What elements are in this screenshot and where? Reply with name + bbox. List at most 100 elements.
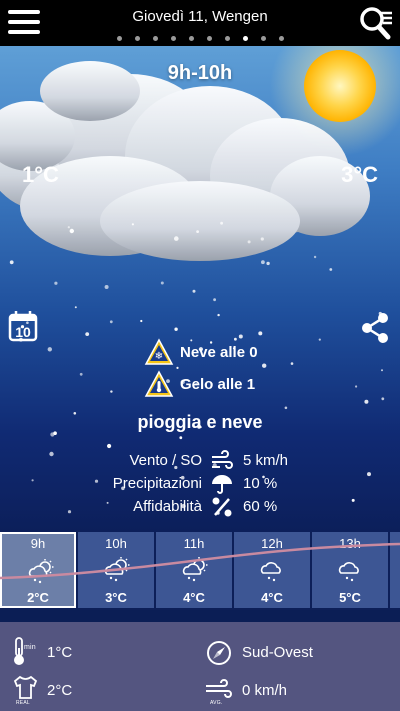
frost-warning-icon xyxy=(144,370,174,397)
snowflake xyxy=(174,236,179,241)
avg-label: AVG. xyxy=(210,700,223,706)
snowflake xyxy=(260,237,264,241)
hour-card-10h[interactable]: 10h 3°C xyxy=(78,532,154,608)
svg-text:10: 10 xyxy=(15,324,31,340)
stat-wind: Vento / SO 5 km/h xyxy=(0,450,400,472)
page-dot[interactable] xyxy=(170,36,176,41)
snowflake xyxy=(213,298,217,302)
stat-label: Affidabilità xyxy=(133,498,202,515)
hour-temp: 5°C xyxy=(339,590,361,605)
snowflake xyxy=(313,255,317,259)
top-bar: Giovedì 11, Wengen xyxy=(0,0,400,46)
temp-max: 3°C xyxy=(341,162,378,187)
wind-icon xyxy=(212,450,233,469)
hour-temp: 3°C xyxy=(105,590,127,605)
hour-label: 13h xyxy=(339,536,361,551)
alert-frost: Gelo alle 1 xyxy=(144,370,255,398)
snowflake xyxy=(196,230,200,234)
stat-value: 10 % xyxy=(243,475,278,492)
cloud-snow-icon xyxy=(260,562,281,582)
snowflake xyxy=(104,285,109,289)
stat-precipitation: Precipitazioni 10 % xyxy=(0,473,400,495)
snowflake xyxy=(47,347,52,352)
hour-card-11h[interactable]: 11h 4°C xyxy=(156,532,232,608)
hour-label: 12h xyxy=(261,536,283,551)
hour-temp: 4°C xyxy=(261,590,283,605)
page-dot[interactable] xyxy=(116,36,122,41)
snowflake xyxy=(220,221,224,225)
snowflake xyxy=(85,332,90,336)
page-dot[interactable] xyxy=(278,36,284,41)
page-dot[interactable] xyxy=(134,36,140,41)
snowflake xyxy=(290,362,294,365)
cloud-snow-sun-icon xyxy=(28,559,54,584)
hour-card-12h[interactable]: 12h 4°C xyxy=(234,532,310,608)
hour-card-9h[interactable]: 9h 2°C xyxy=(0,532,76,608)
snowflake xyxy=(69,228,75,234)
snowflake xyxy=(381,397,385,401)
stat-value: 5 km/h xyxy=(243,452,289,469)
snowflake xyxy=(364,399,369,404)
snowflake xyxy=(107,443,112,449)
stat-value: 60 % xyxy=(243,498,278,515)
weather-condition: pioggia e neve xyxy=(137,412,263,432)
time-range: 9h-10h xyxy=(167,62,233,84)
hour-label: 9h xyxy=(30,536,46,551)
page-dot[interactable] xyxy=(152,36,158,41)
hour-temp: 2°C xyxy=(27,590,49,605)
snowflake xyxy=(329,268,333,271)
weather-hero: 9h-10h 1°C 3°C 10 ❄ Neve alle 0 Gelo all… xyxy=(0,46,400,532)
alert-snow: ❄ Neve alle 0 xyxy=(144,338,258,366)
snowflake xyxy=(140,319,143,323)
hour-label: 10h xyxy=(105,536,127,551)
page-dot[interactable] xyxy=(206,36,212,41)
stat-label: Precipitazioni xyxy=(112,475,202,492)
snowflake xyxy=(247,240,251,244)
temp-min: 1°C xyxy=(22,162,59,187)
details-panel: min 1°C REAL 2°C Sud-Ovest AVG. 0 km/h xyxy=(0,622,400,711)
share-icon[interactable] xyxy=(360,312,390,344)
snowflake xyxy=(67,226,70,229)
snow-warning-icon: ❄ xyxy=(144,338,174,365)
snowflake xyxy=(176,366,179,369)
snowflake xyxy=(262,363,267,368)
real-label: REAL xyxy=(16,700,30,706)
snowflake xyxy=(192,289,196,293)
alert-frost-text: Gelo alle 1 xyxy=(180,375,256,393)
snowflake xyxy=(284,406,288,410)
svg-text:❄: ❄ xyxy=(155,351,163,362)
stat-reliability: Affidabilità 60 % xyxy=(0,496,400,518)
snowflake xyxy=(381,369,383,372)
snowflake xyxy=(160,281,164,285)
snowflake xyxy=(258,331,263,336)
cloud-snow-sun-icon xyxy=(182,557,208,582)
min-temp: 1°C xyxy=(47,644,73,661)
page-dot[interactable] xyxy=(242,36,248,41)
stat-label: Vento / SO xyxy=(129,452,202,469)
search-icon[interactable] xyxy=(358,4,394,42)
min-label: min xyxy=(24,644,36,651)
hourly-forecast[interactable]: 9h 2°C 10h 3°C 11h 4°C 12h 4°C 13h 5°C xyxy=(0,532,400,610)
snowflake xyxy=(54,281,58,285)
umbrella-icon xyxy=(212,475,232,494)
snowflake xyxy=(217,313,220,317)
page-dot[interactable] xyxy=(224,36,230,41)
page-indicator xyxy=(0,36,400,41)
hour-card-13h[interactable]: 13h 5°C xyxy=(312,532,388,608)
alert-snow-text: Neve alle 0 xyxy=(180,343,258,361)
percent-icon xyxy=(212,497,232,517)
hour-card-partial[interactable] xyxy=(390,532,400,608)
page-title: Giovedì 11, Wengen xyxy=(132,8,268,25)
cloud-snow-sun-icon xyxy=(104,557,130,582)
snowflake xyxy=(179,436,183,440)
calendar-icon[interactable]: 10 xyxy=(8,310,38,342)
hour-temp: 4°C xyxy=(183,590,205,605)
page-dot[interactable] xyxy=(188,36,194,41)
snowflake xyxy=(261,260,265,265)
snowflake xyxy=(9,260,14,265)
snowflake xyxy=(318,338,321,341)
snowflake xyxy=(79,372,83,376)
snowflake xyxy=(174,327,178,331)
snowflake xyxy=(131,223,134,226)
page-dot[interactable] xyxy=(260,36,266,41)
